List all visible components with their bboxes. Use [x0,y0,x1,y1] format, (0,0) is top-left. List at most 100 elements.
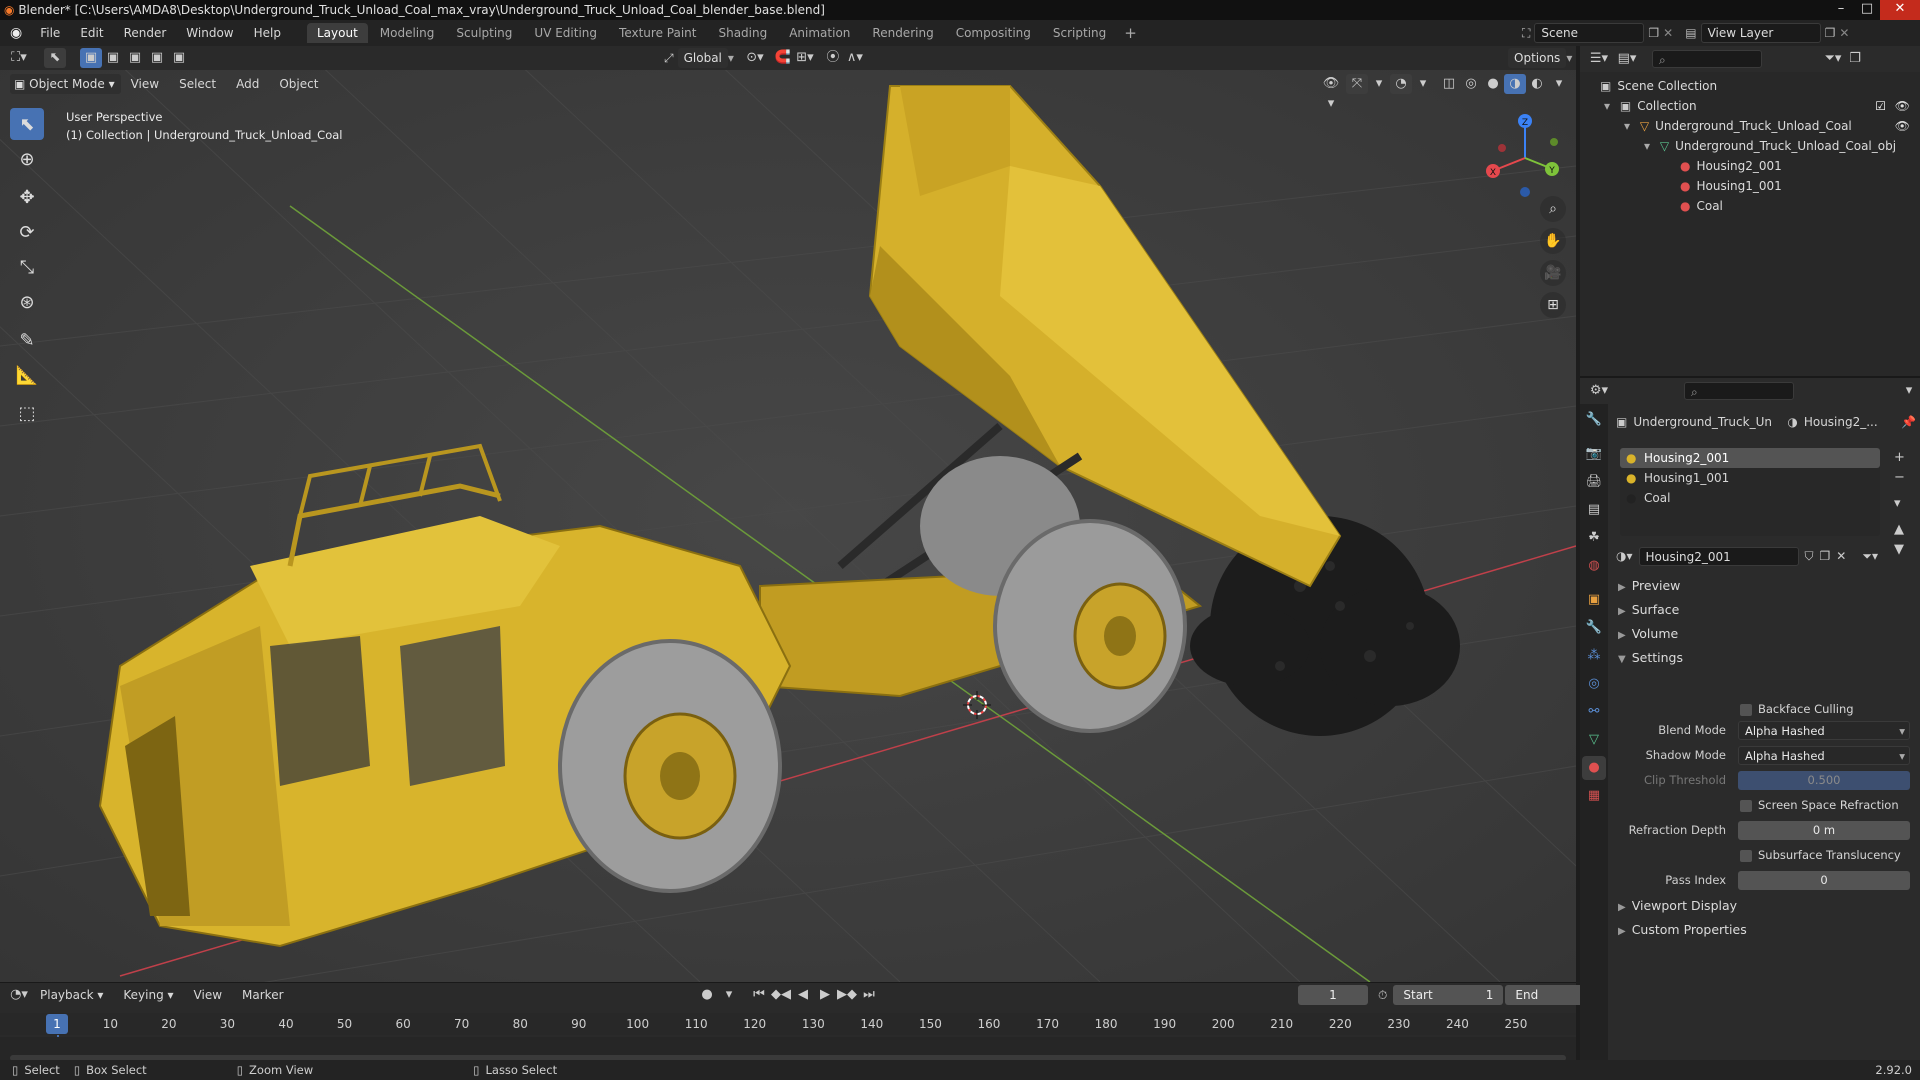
navigation-gizmo[interactable]: Z X Y [1480,108,1570,198]
screen-space-refraction-checkbox[interactable]: Screen Space Refraction [1740,798,1899,812]
scene-field[interactable]: Scene [1534,23,1645,43]
blend-mode-dropdown[interactable]: Alpha Hashed ▾ [1738,721,1910,740]
zoom-icon[interactable]: ⌕ [1540,196,1566,222]
menu-render[interactable]: Render [114,20,177,46]
proportional-edit-icon[interactable]: ⦿ [822,48,844,68]
expand-arrow-icon[interactable]: ▾ [1624,119,1630,133]
browse-material-icon[interactable]: ◑▾ [1616,549,1633,563]
cursor-tool[interactable]: ⊕ [10,143,44,175]
menu-view[interactable]: View [121,74,169,94]
backface-culling-checkbox[interactable]: Backface Culling [1740,702,1854,716]
jump-keyframe-back-icon[interactable]: ◆◀ [770,985,792,1005]
falloff-icon[interactable]: ∧▾ [844,48,866,68]
view-layer-tab-icon[interactable]: ▤ [1582,498,1606,522]
texture-tab-icon[interactable]: ▦ [1582,784,1606,808]
tab-shading[interactable]: Shading [708,23,777,43]
remove-slot-icon[interactable]: − [1894,468,1905,488]
pivot-point-icon[interactable]: ⊙▾ [744,48,766,68]
select-invert-icon[interactable]: ▣ [146,48,168,68]
panel-custom-properties[interactable]: ▶ Custom Properties [1610,918,1918,942]
rendered-shading-icon[interactable]: ◐ [1526,74,1548,94]
overlays-dropdown-icon[interactable]: ▾ [1412,74,1434,94]
output-tab-icon[interactable]: 🖨 [1582,470,1606,494]
properties-options-icon[interactable]: ▾ [1898,381,1920,401]
fake-user-icon[interactable]: ⛉ [1805,549,1814,564]
3d-viewport[interactable]: ⛶▾ ⬉ ▣ ▣ ▣ ▣ ▣ ⤢ Global ▾ ⊙▾ 🧲 ⊞▾ ⦿ ∧▾ O… [0,46,1576,982]
panel-surface[interactable]: ▶ Surface [1610,598,1918,622]
close-window-button[interactable]: ✕ [1880,0,1920,20]
view-layer-icon[interactable]: ▤ [1685,26,1696,40]
unlink-material-icon[interactable]: ✕ [1836,549,1846,563]
outliner-row-object[interactable]: ▾ ▽ Underground_Truck_Unload_Coal 👁 [1624,116,1914,136]
select-new-icon[interactable]: ▣ [80,48,102,68]
select-extend-icon[interactable]: ▣ [102,48,124,68]
render-tab-icon[interactable]: 📷 [1582,442,1606,466]
xray-toggle-icon[interactable]: ◫ [1438,74,1460,94]
editor-type-icon[interactable]: ⛶▾ [8,48,30,68]
clip-threshold-slider[interactable]: 0.500 [1738,771,1910,790]
editor-type-icon[interactable]: ☰▾ [1588,49,1610,69]
menu-add[interactable]: Add [226,74,269,94]
snap-target-icon[interactable]: ⊞▾ [794,48,816,68]
visibility-eye-icon[interactable]: 👁 [1895,116,1910,136]
mesh-data-tab-icon[interactable]: ▽ [1582,728,1606,752]
view-layer-field[interactable]: View Layer [1700,23,1821,43]
stopwatch-icon[interactable]: ⏱ [1378,988,1387,1003]
outliner-row-material[interactable]: ● Housing1_001 [1680,176,1782,196]
overlays-toggle-icon[interactable]: ◔ [1390,74,1412,94]
transform-tool[interactable]: ⊛ [10,286,44,318]
editor-type-icon[interactable]: ◔▾ [8,985,30,1005]
outliner-row-collection[interactable]: ▾ ▣ Collection ☑ 👁 [1604,96,1914,116]
options-dropdown[interactable]: Options [1508,48,1567,68]
new-view-layer-icon[interactable]: ❐ [1825,26,1836,40]
material-slot[interactable]: ● Housing2_001 [1620,448,1880,468]
blender-menu-icon[interactable]: ◉ [0,25,30,41]
refraction-depth-field[interactable]: 0 m [1738,821,1910,840]
pan-hand-icon[interactable]: ✋ [1540,228,1566,254]
jump-end-icon[interactable]: ⏭ [858,985,880,1005]
add-workspace-icon[interactable]: + [1118,24,1143,42]
editor-type-icon[interactable]: ⚙▾ [1588,381,1610,401]
duplicate-material-icon[interactable]: ❐ [1820,549,1831,563]
menu-file[interactable]: File [30,20,70,46]
node-link-icon[interactable]: ⏷▾ [1862,549,1878,564]
move-slot-up-icon[interactable]: ▲ [1894,520,1905,540]
material-slot[interactable]: ● Coal [1620,488,1880,508]
panel-volume[interactable]: ▶ Volume [1610,622,1918,646]
measure-tool[interactable]: 📐 [10,359,44,391]
delete-view-layer-icon[interactable]: ✕ [1839,26,1849,40]
add-slot-icon[interactable]: + [1894,448,1905,468]
record-icon[interactable]: ● [696,985,718,1005]
menu-playback[interactable]: Playback ▾ [30,983,113,1007]
material-slot[interactable]: ● Housing1_001 [1620,468,1880,488]
pass-index-field[interactable]: 0 [1738,871,1910,890]
play-reverse-icon[interactable]: ◀ [792,985,814,1005]
expand-arrow-icon[interactable]: ▾ [1644,139,1650,153]
tab-compositing[interactable]: Compositing [946,23,1041,43]
start-frame-field[interactable]: Start 1 [1393,985,1504,1005]
maximize-button[interactable]: □ [1854,0,1880,20]
tab-animation[interactable]: Animation [779,23,860,43]
panel-preview[interactable]: ▶ Preview [1610,574,1918,598]
snap-icon[interactable]: 🧲 [772,48,794,68]
play-icon[interactable]: ▶ [814,985,836,1005]
tool-tab-icon[interactable]: 🔧 [1582,408,1606,432]
menu-marker[interactable]: Marker [232,983,293,1007]
camera-view-icon[interactable]: 🎥 [1540,260,1566,286]
outliner-row-mesh[interactable]: ▾ ▽ Underground_Truck_Unload_Coal_obj [1644,136,1896,156]
tab-rendering[interactable]: Rendering [862,23,943,43]
menu-edit[interactable]: Edit [70,20,113,46]
new-scene-icon[interactable]: ❐ [1648,26,1659,40]
menu-object[interactable]: Object [269,74,328,94]
properties-search-input[interactable]: ⌕ [1684,382,1794,400]
expand-arrow-icon[interactable]: ▾ [1604,99,1610,113]
tab-scripting[interactable]: Scripting [1043,23,1116,43]
transform-orientation-icon[interactable]: ⤢ [664,51,674,66]
pin-icon[interactable]: 📌 [1901,415,1916,429]
menu-window[interactable]: Window [176,20,243,46]
transform-orientation-dropdown[interactable]: Global [677,48,728,68]
material-tab-icon[interactable]: ● [1582,756,1606,780]
gizmo-dropdown-icon[interactable]: ▾ [1368,74,1390,94]
display-mode-icon[interactable]: ▤▾ [1616,49,1638,69]
tab-texture-paint[interactable]: Texture Paint [609,23,706,43]
